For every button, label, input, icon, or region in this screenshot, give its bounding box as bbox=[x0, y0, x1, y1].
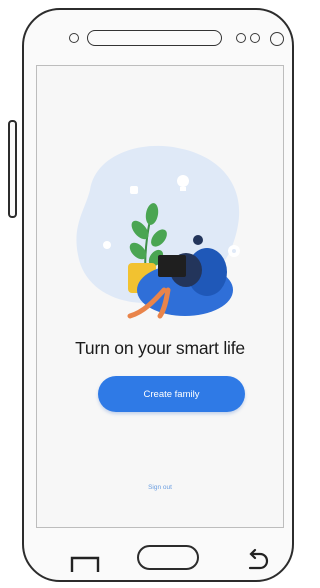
phone-side-button bbox=[8, 120, 17, 218]
front-camera-dot bbox=[69, 33, 79, 43]
sensor-dot-3 bbox=[270, 32, 284, 46]
sign-out-link[interactable]: Sign out bbox=[36, 484, 284, 491]
back-nav-icon[interactable] bbox=[243, 546, 273, 576]
small-dot-icon bbox=[103, 241, 111, 249]
home-button[interactable] bbox=[137, 545, 199, 570]
create-family-button[interactable]: Create family bbox=[98, 376, 245, 412]
earpiece-speaker bbox=[87, 30, 222, 46]
smart-life-illustration bbox=[76, 145, 240, 319]
sensor-dot-1 bbox=[236, 33, 246, 43]
recent-apps-icon[interactable] bbox=[66, 548, 106, 578]
laptop-icon bbox=[158, 255, 186, 277]
sensor-dot-2 bbox=[250, 33, 260, 43]
gear-icon bbox=[228, 245, 240, 257]
page-title: Turn on your smart life bbox=[75, 338, 245, 358]
small-square-icon bbox=[130, 186, 138, 194]
